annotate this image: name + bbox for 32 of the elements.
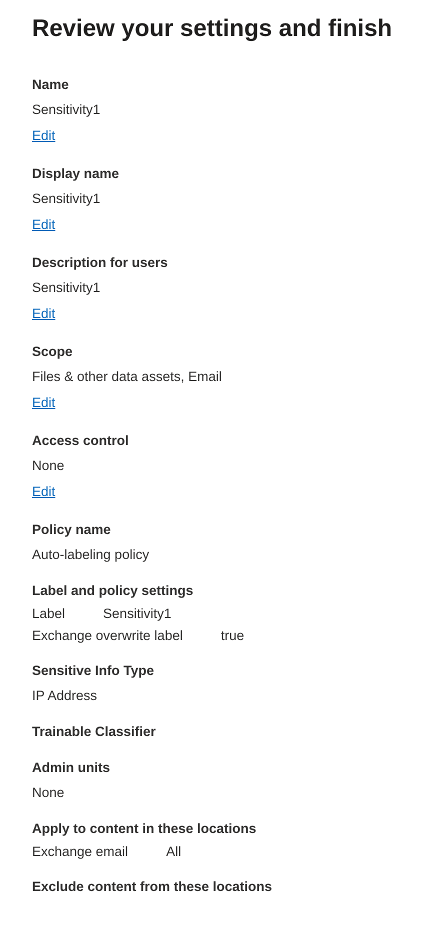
section-heading: Display name (32, 165, 120, 183)
section-heading: Description for users (32, 254, 168, 272)
edit-link[interactable]: Edit (32, 211, 56, 239)
section-heading: Scope (32, 343, 73, 361)
section-heading: Exclude content from these locations (32, 878, 272, 896)
setting-value: Files & other data assets, Email (32, 368, 222, 386)
section-heading: Policy name (32, 521, 111, 539)
setting-key: Label (32, 603, 66, 625)
setting-value: IP Address (32, 687, 98, 705)
edit-link[interactable]: Edit (32, 300, 56, 328)
setting-value: None (32, 784, 64, 802)
setting-key: Exchange email (32, 841, 128, 863)
setting-value: None (32, 457, 64, 475)
setting-value: Sensitivity1 (32, 101, 100, 119)
page-title: Review your settings and finish (32, 14, 394, 44)
setting-value: All (166, 843, 182, 861)
section-heading: Trainable Classifier (32, 723, 156, 741)
edit-link[interactable]: Edit (32, 389, 56, 417)
setting-value: Sensitivity1 (32, 279, 100, 297)
section-heading: Label and policy settings (32, 582, 194, 600)
edit-link[interactable]: Edit (32, 122, 56, 150)
section-heading: Admin units (32, 759, 110, 777)
section-heading: Access control (32, 432, 129, 450)
setting-value: Sensitivity1 (103, 605, 172, 623)
edit-link[interactable]: Edit (32, 478, 56, 506)
section-heading: Sensitive Info Type (32, 662, 154, 680)
setting-value: Sensitivity1 (32, 190, 100, 208)
setting-key: Exchange overwrite label (32, 625, 183, 647)
section-heading: Apply to content in these locations (32, 820, 256, 838)
section-heading: Name (32, 76, 69, 94)
setting-value: true (220, 627, 244, 645)
setting-value: Auto-labeling policy (32, 546, 150, 564)
